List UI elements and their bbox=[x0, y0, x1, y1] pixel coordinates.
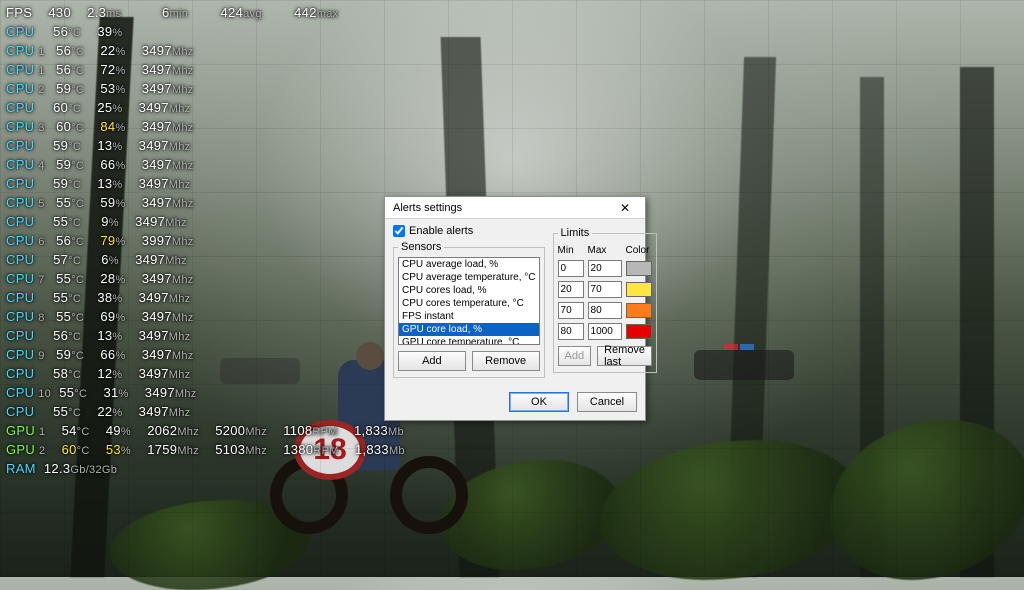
dialog-title: Alerts settings bbox=[393, 202, 462, 214]
cancel-button[interactable]: Cancel bbox=[577, 392, 637, 412]
ok-button[interactable]: OK bbox=[509, 392, 569, 412]
limit-remove-last-button[interactable]: Remove last bbox=[597, 346, 652, 366]
sensor-option[interactable]: CPU average temperature, °C bbox=[399, 271, 539, 284]
limit-max-input[interactable] bbox=[588, 323, 622, 340]
limit-color-swatch[interactable] bbox=[626, 324, 653, 339]
sensor-add-button[interactable]: Add bbox=[398, 351, 466, 371]
limit-max-input[interactable] bbox=[588, 302, 622, 319]
limits-group: Limits Min Max Color Add Remove last bbox=[553, 227, 658, 373]
limit-min-input[interactable] bbox=[558, 323, 584, 340]
limits-legend: Limits bbox=[558, 227, 593, 239]
limit-color-swatch[interactable] bbox=[626, 261, 653, 276]
sensor-option[interactable]: CPU cores temperature, °C bbox=[399, 297, 539, 310]
sensors-group: Sensors CPU average load, %CPU average t… bbox=[393, 241, 545, 378]
sensors-listbox[interactable]: CPU average load, %CPU average temperatu… bbox=[398, 257, 540, 345]
enable-alerts-checkbox[interactable]: Enable alerts bbox=[393, 225, 545, 237]
performance-overlay: FPS 430 2.3ms 6min 424avg 442max CPU 56°… bbox=[6, 4, 405, 479]
limits-max-header: Max bbox=[588, 245, 622, 256]
sensor-option[interactable]: GPU core load, % bbox=[399, 323, 539, 336]
sensor-option[interactable]: CPU average load, % bbox=[399, 258, 539, 271]
police-car bbox=[694, 350, 794, 380]
sensor-option[interactable]: CPU cores load, % bbox=[399, 284, 539, 297]
sensor-remove-button[interactable]: Remove bbox=[472, 351, 540, 371]
alerts-settings-dialog: Alerts settings ✕ Enable alerts Sensors … bbox=[384, 196, 646, 421]
close-icon[interactable]: ✕ bbox=[607, 199, 643, 217]
limit-max-input[interactable] bbox=[588, 281, 622, 298]
limit-color-swatch[interactable] bbox=[626, 303, 653, 318]
enable-alerts-label: Enable alerts bbox=[409, 225, 473, 237]
limits-color-header: Color bbox=[626, 245, 653, 256]
limit-min-input[interactable] bbox=[558, 302, 584, 319]
sensor-option[interactable]: FPS instant bbox=[399, 310, 539, 323]
dialog-titlebar[interactable]: Alerts settings ✕ bbox=[385, 197, 645, 219]
limit-add-button[interactable]: Add bbox=[558, 346, 592, 366]
limit-max-input[interactable] bbox=[588, 260, 622, 277]
limit-min-input[interactable] bbox=[558, 281, 584, 298]
sensor-option[interactable]: GPU core temperature, °C bbox=[399, 336, 539, 345]
sensors-legend: Sensors bbox=[398, 241, 444, 253]
limit-color-swatch[interactable] bbox=[626, 282, 653, 297]
limits-min-header: Min bbox=[558, 245, 584, 256]
limit-min-input[interactable] bbox=[558, 260, 584, 277]
